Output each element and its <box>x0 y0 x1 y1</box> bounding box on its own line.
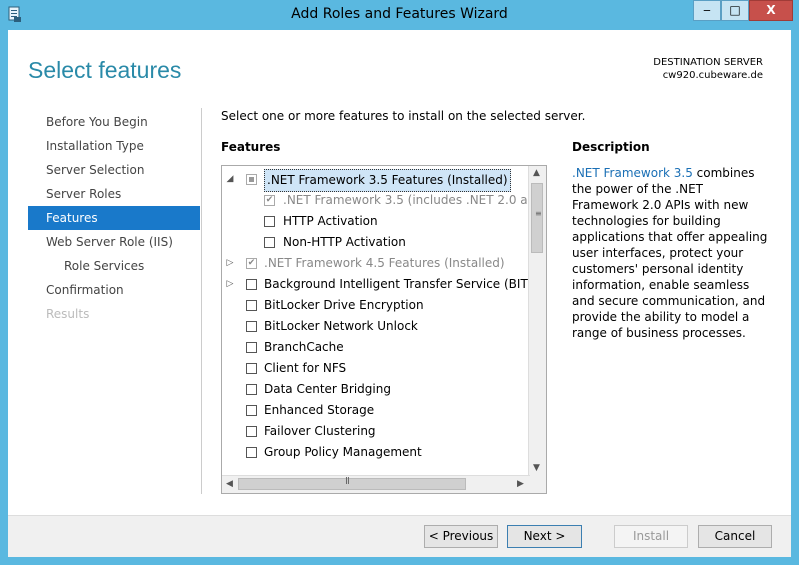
scroll-up-icon[interactable]: ▲ <box>529 166 544 181</box>
feature-checkbox[interactable] <box>264 216 275 227</box>
grip-icon: Ⅱ <box>345 476 350 487</box>
feature-row[interactable]: BitLocker Network Unlock <box>222 316 530 337</box>
wizard-window: Add Roles and Features Wizard ‒ □ X Sele… <box>0 0 799 565</box>
previous-button[interactable]: < Previous <box>424 525 498 548</box>
vertical-scroll-thumb[interactable]: ≡ <box>531 183 543 253</box>
feature-row[interactable]: Non-HTTP Activation <box>222 232 530 253</box>
nav-item-confirmation[interactable]: Confirmation <box>28 278 200 302</box>
nav-item-server-selection[interactable]: Server Selection <box>28 158 200 182</box>
vertical-scrollbar[interactable]: ▲ ≡ ▼ <box>528 166 546 476</box>
next-button[interactable]: Next > <box>507 525 582 548</box>
instruction-text: Select one or more features to install o… <box>221 109 586 123</box>
feature-label: BitLocker Drive Encryption <box>264 298 424 312</box>
destination-server: DESTINATION SERVER cw920.cubeware.de <box>653 56 763 82</box>
expand-icon[interactable]: ▷ <box>225 274 235 295</box>
feature-label: Client for NFS <box>264 361 347 375</box>
feature-label: .NET Framework 3.5 (includes .NET 2.0 an… <box>283 193 547 207</box>
feature-label: Enhanced Storage <box>264 403 375 417</box>
nav-divider <box>201 108 202 494</box>
feature-checkbox[interactable] <box>246 405 257 416</box>
nav-item-web-server-role[interactable]: Web Server Role (IIS) <box>28 230 200 254</box>
feature-row[interactable]: ◢ .NET Framework 3.5 Features (Installed… <box>222 169 530 192</box>
feature-label: .NET Framework 3.5 Features (Installed) <box>264 169 511 192</box>
feature-row[interactable]: Data Center Bridging <box>222 379 530 400</box>
feature-row[interactable]: HTTP Activation <box>222 211 530 232</box>
features-heading: Features <box>221 140 281 154</box>
nav-item-results: Results <box>46 307 90 321</box>
scroll-left-icon[interactable]: ◀ <box>222 477 237 492</box>
feature-row[interactable]: ▷ Background Intelligent Transfer Servic… <box>222 274 541 295</box>
nav-item-role-services[interactable]: Role Services <box>28 254 200 278</box>
feature-checkbox[interactable] <box>246 426 257 437</box>
title-bar[interactable]: Add Roles and Features Wizard ‒ □ X <box>0 0 799 30</box>
destination-server-name: cw920.cubeware.de <box>662 70 763 81</box>
cancel-button[interactable]: Cancel <box>698 525 772 548</box>
feature-checkbox[interactable] <box>246 363 257 374</box>
feature-checkbox[interactable] <box>246 384 257 395</box>
feature-label: Non-HTTP Activation <box>283 235 406 249</box>
horizontal-scrollbar[interactable]: ◀ Ⅱ ▶ <box>222 475 530 493</box>
feature-row[interactable]: BranchCache <box>222 337 530 358</box>
page-title: Select features <box>28 57 182 83</box>
wizard-body: Select features DESTINATION SERVER cw920… <box>8 30 791 557</box>
expand-icon[interactable]: ▷ <box>225 253 235 274</box>
feature-row[interactable]: ✔ .NET Framework 3.5 (includes .NET 2.0 … <box>222 190 546 211</box>
feature-label: HTTP Activation <box>283 214 378 228</box>
feature-label: BitLocker Network Unlock <box>264 319 418 333</box>
feature-checkbox[interactable] <box>246 321 257 332</box>
features-tree[interactable]: ◢ .NET Framework 3.5 Features (Installed… <box>221 165 547 494</box>
nav-item-features[interactable]: Features <box>28 206 200 230</box>
wizard-nav: Before You Begin Installation Type Serve… <box>28 110 200 326</box>
feature-label: Data Center Bridging <box>264 382 391 396</box>
feature-checkbox[interactable] <box>246 174 257 185</box>
feature-row[interactable]: Group Policy Management <box>222 442 530 463</box>
horizontal-scroll-thumb[interactable]: Ⅱ <box>238 476 466 490</box>
scrollbar-corner <box>529 476 546 493</box>
feature-checkbox[interactable] <box>246 300 257 311</box>
nav-item-installation-type[interactable]: Installation Type <box>28 134 200 158</box>
minimize-button[interactable]: ‒ <box>693 0 721 21</box>
feature-checkbox[interactable]: ✔ <box>246 258 257 269</box>
feature-row[interactable]: Client for NFS <box>222 358 530 379</box>
scroll-down-icon[interactable]: ▼ <box>529 461 544 476</box>
feature-row[interactable]: ▷ ✔ .NET Framework 4.5 Features (Install… <box>222 253 530 274</box>
nav-item-before-you-begin[interactable]: Before You Begin <box>28 110 200 134</box>
destination-label: DESTINATION SERVER <box>653 57 763 68</box>
window-title: Add Roles and Features Wizard <box>291 6 508 22</box>
collapse-icon[interactable]: ◢ <box>225 169 235 190</box>
feature-label: .NET Framework 4.5 Features (Installed) <box>264 256 505 270</box>
feature-row[interactable]: Enhanced Storage <box>222 400 530 421</box>
description-heading: Description <box>572 140 650 154</box>
wizard-footer: < Previous Next > Install Cancel <box>8 516 791 557</box>
feature-checkbox[interactable] <box>246 447 257 458</box>
feature-label: Group Policy Management <box>264 445 422 459</box>
feature-label: Background Intelligent Transfer Service … <box>264 277 541 291</box>
feature-checkbox[interactable] <box>246 279 257 290</box>
feature-checkbox[interactable] <box>246 342 257 353</box>
feature-checkbox[interactable] <box>264 237 275 248</box>
feature-label: Failover Clustering <box>264 424 376 438</box>
install-button: Install <box>614 525 688 548</box>
feature-label: BranchCache <box>264 340 344 354</box>
maximize-button[interactable]: □ <box>721 0 749 21</box>
description-text: .NET Framework 3.5 combines the power of… <box>572 165 772 341</box>
close-button[interactable]: X <box>749 0 793 21</box>
grip-icon: ≡ <box>535 209 542 218</box>
nav-item-server-roles[interactable]: Server Roles <box>28 182 200 206</box>
feature-checkbox[interactable]: ✔ <box>264 195 275 206</box>
scroll-right-icon[interactable]: ▶ <box>513 477 528 492</box>
description-link[interactable]: .NET Framework 3.5 <box>572 166 693 180</box>
feature-row[interactable]: Failover Clustering <box>222 421 530 442</box>
feature-row[interactable]: BitLocker Drive Encryption <box>222 295 530 316</box>
description-body: combines the power of the .NET Framework… <box>572 166 768 340</box>
